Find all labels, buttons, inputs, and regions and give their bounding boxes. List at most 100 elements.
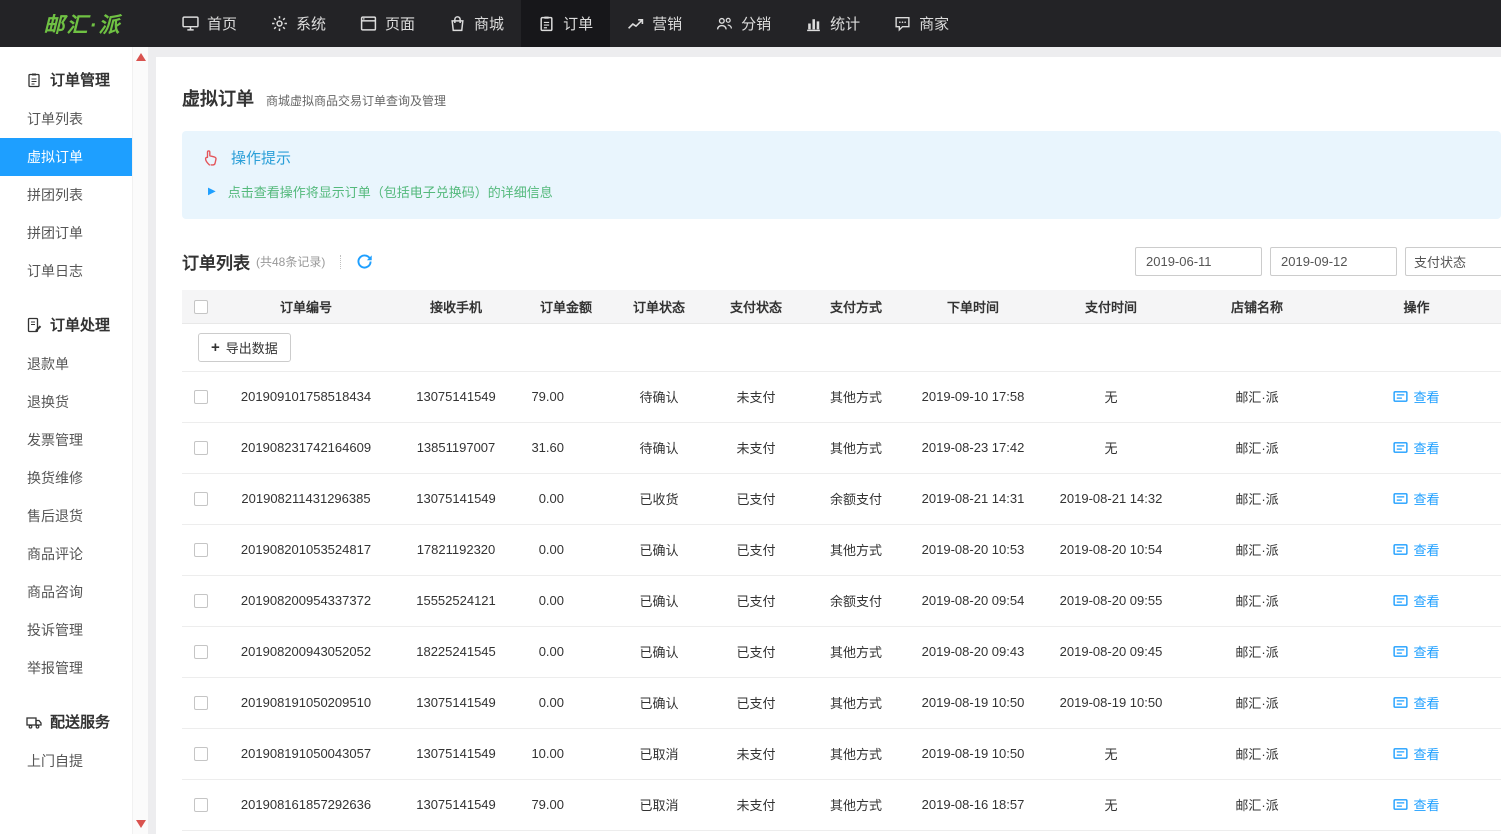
view-icon: [1393, 798, 1409, 810]
refresh-icon[interactable]: [356, 253, 373, 270]
record-count: (共48条记录): [256, 255, 326, 269]
tip-head: 操作提示: [202, 147, 1481, 168]
sidebar-item[interactable]: 举报管理: [0, 649, 132, 687]
scroll-down-icon[interactable]: [136, 820, 146, 828]
export-button[interactable]: + 导出数据: [198, 332, 291, 362]
row-checkbox[interactable]: [194, 390, 208, 405]
sidebar-item[interactable]: 虚拟订单: [0, 138, 132, 176]
row-checkbox[interactable]: [194, 798, 208, 813]
sidebar-section-title: 订单管理: [0, 55, 132, 100]
cell-order-time: 2019-08-20 09:43: [906, 626, 1040, 678]
pay-status-select[interactable]: 支付状态 ▾: [1405, 247, 1501, 276]
view-link[interactable]: 查看: [1393, 591, 1440, 610]
cell-order-no: 201908211431296385: [220, 473, 392, 525]
sidebar-item[interactable]: 拼团列表: [0, 176, 132, 214]
row-checkbox[interactable]: [194, 492, 208, 507]
cell-pay-method: 其他方式: [806, 524, 906, 576]
cell-pay-time: 2019-08-19 10:50: [1040, 677, 1182, 729]
view-link[interactable]: 查看: [1393, 489, 1440, 508]
order-table: 订单编号 接收手机 订单金额 订单状态 支付状态 支付方式 下单时间 支付时间 店铺名称 操作 +…: [182, 290, 1501, 831]
table-row: 201908231742164609 13851197007 31.60 待确认 未支付…: [182, 422, 1501, 474]
cell-order-status: 已取消: [612, 728, 706, 780]
row-checkbox[interactable]: [194, 696, 208, 711]
nav-item-marketing[interactable]: 营销: [610, 0, 699, 47]
sidebar-section-title: 订单处理: [0, 300, 132, 345]
sidebar-item[interactable]: 发票管理: [0, 421, 132, 459]
cell-order-no: 201908191050209510: [220, 677, 392, 729]
nav-item-distribution[interactable]: 分销: [699, 0, 788, 47]
cell-amount: 10.00: [520, 728, 612, 780]
cell-phone: 13851197007: [392, 422, 520, 474]
edit-doc-icon: [26, 317, 42, 333]
row-checkbox[interactable]: [194, 543, 208, 558]
cell-phone: 13075141549: [392, 779, 520, 831]
nav-item-mall[interactable]: 商城: [432, 0, 521, 47]
nav-item-label: 营销: [652, 16, 683, 33]
sidebar-item[interactable]: 投诉管理: [0, 611, 132, 649]
cell-pay-time: 2019-08-20 09:45: [1040, 626, 1182, 678]
view-link[interactable]: 查看: [1393, 438, 1440, 457]
sidebar-item[interactable]: 拼团订单: [0, 214, 132, 252]
cell-pay-method: 其他方式: [806, 779, 906, 831]
view-link[interactable]: 查看: [1393, 795, 1440, 814]
chat-icon: [894, 15, 911, 32]
cell-order-no: 201909101758518434: [220, 371, 392, 423]
cell-order-status: 已取消: [612, 779, 706, 831]
view-link[interactable]: 查看: [1393, 642, 1440, 661]
cell-pay-time: 无: [1040, 728, 1182, 780]
view-icon: [1393, 390, 1409, 402]
sidebar-item[interactable]: 订单列表: [0, 100, 132, 138]
cell-amount: 79.00: [520, 371, 612, 423]
sidebar-item[interactable]: 上门自提: [0, 742, 132, 780]
sidebar: 订单管理 订单列表 虚拟订单 拼团列表 拼团订单 订单日志订单处理 退款单 退换货 发票管理 换货…: [0, 47, 132, 834]
cell-order-time: 2019-08-19 10:50: [906, 728, 1040, 780]
date-from-input[interactable]: [1135, 247, 1262, 276]
cell-order-status: 待确认: [612, 422, 706, 474]
cell-pay-status: 已支付: [706, 626, 806, 678]
view-link[interactable]: 查看: [1393, 693, 1440, 712]
select-all-checkbox[interactable]: [194, 300, 208, 315]
scroll-up-icon[interactable]: [136, 53, 146, 61]
nav-item-system[interactable]: 系统: [254, 0, 343, 47]
cell-order-no: 201908231742164609: [220, 422, 392, 474]
nav-item-merchant[interactable]: 商家: [877, 0, 966, 47]
column-header: 支付时间: [1040, 290, 1182, 324]
nav-item-order[interactable]: 订单: [521, 0, 611, 47]
date-to-input[interactable]: [1270, 247, 1397, 276]
cell-order-time: 2019-08-19 10:50: [906, 677, 1040, 729]
row-checkbox[interactable]: [194, 594, 208, 609]
cell-order-status: 已确认: [612, 575, 706, 627]
logo[interactable]: 邮汇·派: [0, 0, 165, 47]
cell-order-status: 已确认: [612, 677, 706, 729]
sidebar-item[interactable]: 退款单: [0, 345, 132, 383]
cell-amount: 31.60: [520, 422, 612, 474]
sidebar-scrollbar[interactable]: [132, 47, 148, 834]
row-checkbox[interactable]: [194, 747, 208, 762]
layout: 订单管理 订单列表 虚拟订单 拼团列表 拼团订单 订单日志订单处理 退款单 退换货 发票管理 换货…: [0, 47, 1501, 834]
nav-item-home[interactable]: 首页: [165, 0, 254, 47]
view-icon: [1393, 696, 1409, 708]
sidebar-item[interactable]: 售后退货: [0, 497, 132, 535]
sidebar-item[interactable]: 商品咨询: [0, 573, 132, 611]
row-checkbox[interactable]: [194, 441, 208, 456]
sidebar-item[interactable]: 商品评论: [0, 535, 132, 573]
view-link[interactable]: 查看: [1393, 744, 1440, 763]
tip-title: 操作提示: [231, 150, 292, 167]
row-checkbox[interactable]: [194, 645, 208, 660]
sidebar-item[interactable]: 订单日志: [0, 252, 132, 290]
sidebar-item[interactable]: 退换货: [0, 383, 132, 421]
view-link[interactable]: 查看: [1393, 540, 1440, 559]
view-icon: [1393, 543, 1409, 555]
cell-order-no: 201908161857292636: [220, 779, 392, 831]
nav-item-pages[interactable]: 页面: [343, 0, 432, 47]
nav-item-stats[interactable]: 统计: [788, 0, 877, 47]
view-link[interactable]: 查看: [1393, 387, 1440, 406]
cell-pay-status: 未支付: [706, 371, 806, 423]
sidebar-item[interactable]: 换货维修: [0, 459, 132, 497]
nav-item-label: 页面: [385, 16, 416, 33]
users-icon: [716, 15, 733, 32]
table-row: 201908191050043057 13075141549 10.00 已取消 未支付…: [182, 728, 1501, 780]
column-header: 下单时间: [906, 290, 1040, 324]
cell-pay-status: 未支付: [706, 779, 806, 831]
filters: 支付状态 ▾: [1135, 247, 1501, 276]
